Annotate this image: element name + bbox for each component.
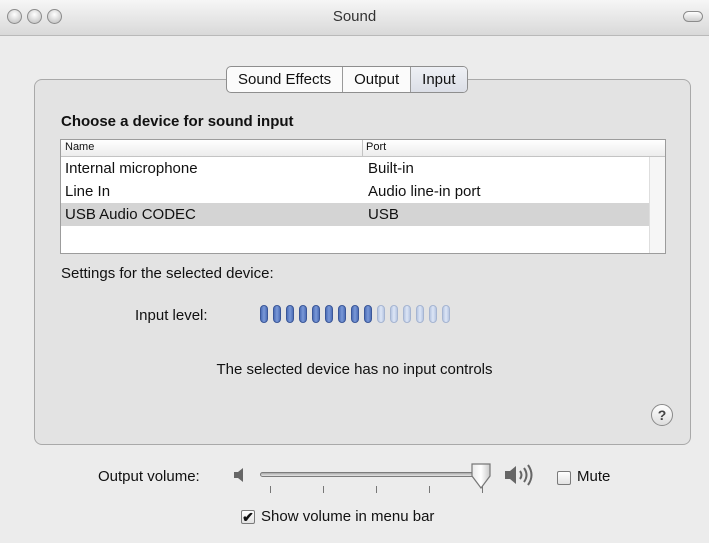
tab-sound-effects[interactable]: Sound Effects [227, 67, 344, 92]
level-segment-active [351, 305, 359, 323]
table-row[interactable]: Line In Audio line-in port [61, 180, 665, 203]
device-name: Line In [65, 183, 111, 200]
toolbar-toggle-button[interactable] [683, 11, 703, 22]
level-segment-inactive [377, 305, 385, 323]
level-segment-active [286, 305, 294, 323]
volume-tick [270, 486, 271, 493]
speaker-high-icon [503, 462, 539, 493]
title-bar: Sound [0, 0, 709, 36]
table-scrollbar[interactable] [649, 157, 665, 253]
input-device-table[interactable]: Name Port Internal microphone Built-in L… [60, 139, 666, 254]
level-segment-active [325, 305, 333, 323]
device-name: USB Audio CODEC [65, 206, 196, 223]
level-segment-active [338, 305, 346, 323]
level-segment-active [312, 305, 320, 323]
device-port: Audio line-in port [368, 183, 481, 200]
level-segment-active [299, 305, 307, 323]
table-header: Name Port [61, 140, 665, 157]
column-header-port[interactable]: Port [366, 141, 386, 153]
input-tab-panel [34, 79, 691, 445]
level-segment-active [260, 305, 268, 323]
table-row[interactable]: Internal microphone Built-in [61, 157, 665, 180]
window-title: Sound [332, 8, 377, 25]
level-segment-inactive [403, 305, 411, 323]
show-volume-label[interactable]: Show volume in menu bar [261, 508, 434, 525]
tab-input[interactable]: Input [411, 67, 467, 92]
table-row-selected[interactable]: USB Audio CODEC USB [61, 203, 665, 226]
column-divider [362, 140, 363, 156]
device-name: Internal microphone [65, 160, 198, 177]
output-volume-track[interactable] [260, 472, 486, 477]
show-volume-checkbox[interactable]: ✔ [241, 510, 255, 524]
no-input-controls-message: The selected device has no input control… [216, 361, 493, 378]
speaker-low-icon [232, 466, 250, 489]
mute-label[interactable]: Mute [577, 468, 610, 485]
volume-tick [376, 486, 377, 493]
volume-tick [429, 486, 430, 493]
input-level-label: Input level: [135, 307, 208, 324]
input-device-heading: Choose a device for sound input [61, 113, 294, 130]
level-segment-inactive [442, 305, 450, 323]
level-segment-active [364, 305, 372, 323]
settings-label: Settings for the selected device: [61, 265, 274, 282]
level-segment-inactive [416, 305, 424, 323]
level-segment-inactive [390, 305, 398, 323]
input-level-meter [260, 305, 450, 323]
level-segment-active [273, 305, 281, 323]
device-port: USB [368, 206, 399, 223]
volume-tick [323, 486, 324, 493]
device-port: Built-in [368, 160, 414, 177]
mute-checkbox[interactable] [557, 471, 571, 485]
output-volume-slider-thumb[interactable] [470, 462, 492, 495]
tab-output[interactable]: Output [343, 67, 412, 92]
level-segment-inactive [429, 305, 437, 323]
output-volume-label: Output volume: [98, 468, 200, 485]
column-header-name[interactable]: Name [65, 141, 94, 153]
tab-bar: Sound Effects Output Input [226, 66, 468, 93]
help-button[interactable]: ? [651, 404, 673, 426]
